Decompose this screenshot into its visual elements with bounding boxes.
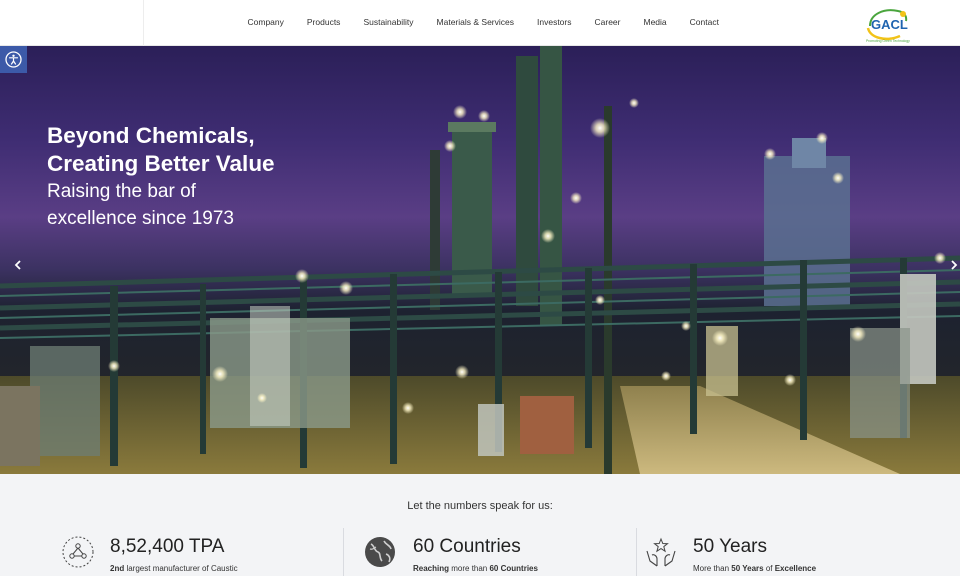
stats-divider: [636, 528, 637, 576]
hero-slider: Beyond Chemicals, Creating Better Value …: [0, 46, 960, 474]
hero-caption: Beyond Chemicals, Creating Better Value …: [47, 122, 275, 232]
site-header: Company Products Sustainability Material…: [0, 0, 960, 46]
hero-title-line1: Beyond Chemicals,: [47, 123, 255, 148]
stat-capacity-desc: 2nd largest manufacturer of Caustic: [110, 564, 238, 573]
nav-media[interactable]: Media: [632, 17, 678, 27]
hero-title-line2: Creating Better Value: [47, 151, 275, 176]
svg-text:GACL: GACL: [871, 17, 908, 32]
main-nav: Company Products Sustainability Material…: [236, 0, 730, 44]
stats-heading: Let the numbers speak for us:: [407, 500, 553, 512]
globe-icon: [365, 537, 395, 567]
stats-section: Let the numbers speak for us: 8,52,400 T…: [0, 474, 960, 576]
accessibility-icon: [5, 51, 22, 68]
nav-products[interactable]: Products: [295, 17, 352, 27]
stats-divider: [343, 528, 344, 576]
chevron-right-icon: [951, 260, 958, 270]
hero-subtitle-line2: excellence since 1973: [47, 208, 234, 229]
hero-image-refinery: [0, 46, 960, 474]
molecule-icon: [62, 536, 94, 568]
nav-investors[interactable]: Investors: [526, 17, 584, 27]
hero-subtitle-line1: Raising the bar of: [47, 181, 196, 202]
nav-contact[interactable]: Contact: [678, 17, 730, 27]
nav-sustainability[interactable]: Sustainability: [352, 17, 425, 27]
stat-countries-value: 60 Countries: [413, 536, 521, 557]
nav-company[interactable]: Company: [236, 17, 295, 27]
header-divider: [143, 0, 144, 46]
nav-career[interactable]: Career: [583, 17, 632, 27]
logo-tagline: Promoting Green Technology: [866, 39, 910, 43]
accessibility-button[interactable]: [0, 46, 27, 73]
stat-years-value: 50 Years: [693, 536, 767, 557]
hands-star-icon: [646, 537, 676, 567]
stat-countries-desc: Reaching more than 60 Countries: [413, 564, 538, 573]
nav-materials-services[interactable]: Materials & Services: [425, 17, 525, 27]
gacl-logo[interactable]: GACL Promoting Green Technology: [862, 6, 910, 44]
slider-next-button[interactable]: [948, 260, 960, 274]
stat-years-desc: More than 50 Years of Excellence: [693, 564, 817, 573]
stat-capacity-value: 8,52,400 TPA: [110, 536, 225, 557]
chevron-left-icon: [14, 260, 21, 270]
slider-prev-button[interactable]: [12, 260, 24, 274]
